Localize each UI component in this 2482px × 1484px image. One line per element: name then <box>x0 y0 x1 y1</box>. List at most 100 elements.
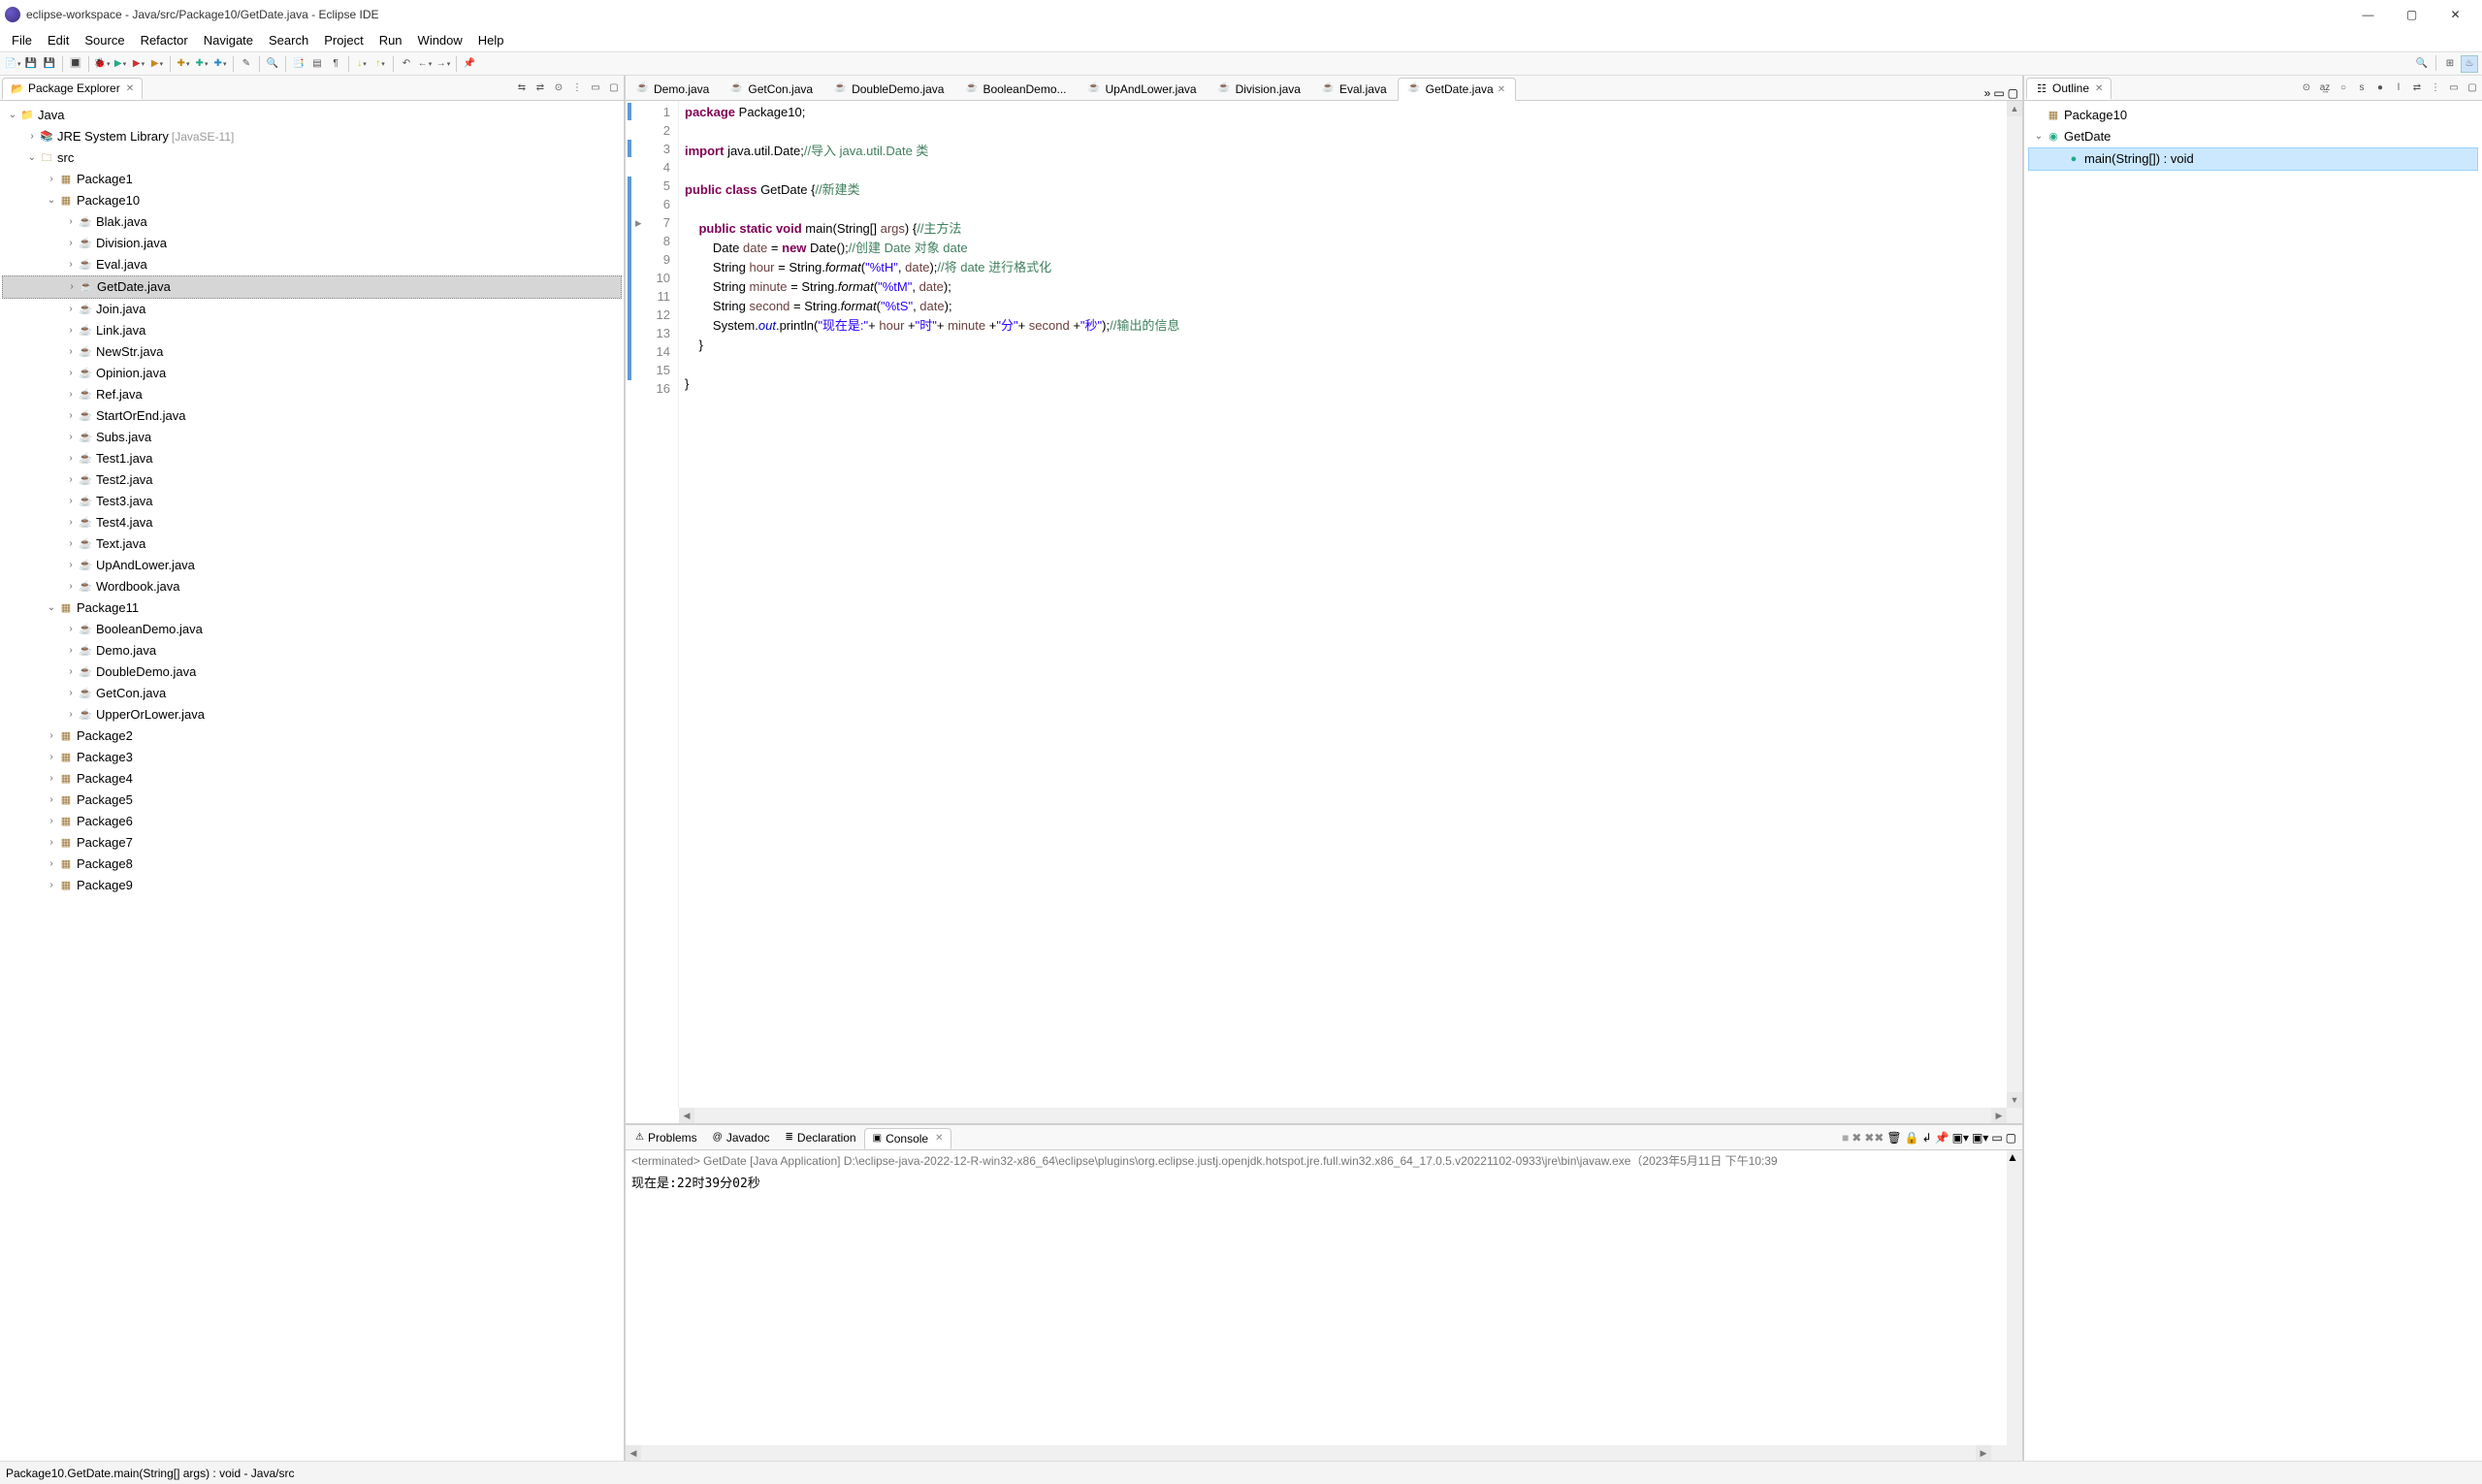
editor-tab[interactable]: ☕BooleanDemo... <box>954 77 1077 100</box>
collapse-all-button[interactable]: ⇆ <box>514 81 530 96</box>
close-icon[interactable]: ✕ <box>1498 84 1505 95</box>
maximize-bottom-button[interactable]: ▢ <box>2006 1131 2016 1145</box>
scroll-down-icon[interactable]: ▼ <box>2007 1092 2022 1108</box>
scroll-up-icon[interactable]: ▲ <box>2007 101 2022 116</box>
close-icon[interactable]: ✕ <box>935 1133 943 1144</box>
package-node[interactable]: ›▦Package5 <box>2 790 622 811</box>
search-button[interactable]: 🔍 <box>264 55 281 73</box>
run-button[interactable]: ▶ <box>112 55 129 73</box>
bottom-tab-problems[interactable]: ⚠Problems <box>628 1127 705 1148</box>
scroll-right-icon[interactable]: ▶ <box>1976 1445 1991 1461</box>
show-whitespace-button[interactable]: ¶ <box>327 55 344 73</box>
package-explorer-tree[interactable]: ⌄📁 Java ›📚 JRE System Library [JavaSE-11… <box>0 101 624 1461</box>
close-icon[interactable]: ✕ <box>126 83 134 94</box>
save-button[interactable]: 💾 <box>22 55 40 73</box>
package-node[interactable]: ›▦Package9 <box>2 875 622 896</box>
new-class-button[interactable]: ✚ <box>211 55 229 73</box>
java-file-node[interactable]: ›☕Blak.java <box>2 211 622 233</box>
editor-tab[interactable]: ☕DoubleDemo.java <box>823 77 954 100</box>
menu-file[interactable]: File <box>4 31 40 49</box>
menu-window[interactable]: Window <box>410 31 470 49</box>
java-file-node[interactable]: ›☕GetCon.java <box>2 683 622 704</box>
maximize-button[interactable]: ▢ <box>2390 0 2434 29</box>
package-node[interactable]: ›▦Package7 <box>2 832 622 854</box>
outline-tree[interactable]: ▦ Package10 ⌄◉ GetDate ● main(String[]) … <box>2024 101 2482 175</box>
focus-button[interactable]: ⊙ <box>551 81 566 96</box>
toggle-block-button[interactable]: ▤ <box>308 55 326 73</box>
console-remove-all-button[interactable]: ✖✖ <box>1864 1131 1884 1145</box>
menu-source[interactable]: Source <box>77 31 132 49</box>
console-horizontal-scrollbar[interactable]: ◀ ▶ <box>626 1445 2007 1461</box>
run-last-button[interactable]: ▶ <box>148 55 166 73</box>
console-remove-button[interactable]: ✖ <box>1852 1131 1861 1145</box>
outline-sort-button[interactable]: a͢z <box>2317 81 2333 96</box>
open-perspective-button[interactable]: ⊞ <box>2441 55 2459 73</box>
scroll-left-icon[interactable]: ◀ <box>679 1108 694 1123</box>
close-window-button[interactable]: ✕ <box>2434 0 2477 29</box>
java-file-node[interactable]: ›☕Wordbook.java <box>2 576 622 597</box>
java-file-node[interactable]: ›☕Test1.java <box>2 448 622 469</box>
console-vertical-scrollbar[interactable]: ▲ <box>2007 1150 2022 1461</box>
bottom-tab-declaration[interactable]: ≣Declaration <box>778 1127 864 1148</box>
java-file-node[interactable]: ›☕Link.java <box>2 320 622 341</box>
forward-button[interactable]: → <box>435 55 452 73</box>
open-task-button[interactable]: ✎ <box>238 55 255 73</box>
outline-menu-button[interactable]: ⋮ <box>2428 81 2443 96</box>
editor-tab[interactable]: ☕GetCon.java <box>720 77 823 100</box>
java-file-node[interactable]: ›☕Ref.java <box>2 384 622 405</box>
maximize-editor-button[interactable]: ▢ <box>2008 86 2018 100</box>
maximize-outline-button[interactable]: ▢ <box>2465 81 2480 96</box>
java-file-node[interactable]: ›☕Join.java <box>2 299 622 320</box>
java-file-node[interactable]: ›☕Text.java <box>2 533 622 555</box>
package-node[interactable]: ›▦Package4 <box>2 768 622 790</box>
editor-tab[interactable]: ☕Division.java <box>1208 77 1311 100</box>
scroll-up-icon[interactable]: ▲ <box>2007 1150 2022 1164</box>
package-node[interactable]: ›▦Package6 <box>2 811 622 832</box>
new-button[interactable]: 📄 <box>4 55 21 73</box>
package10-node[interactable]: ⌄▦ Package10 <box>2 190 622 211</box>
console-clear-button[interactable]: 🗑 <box>1886 1131 1901 1145</box>
package-explorer-tab[interactable]: 📂 Package Explorer ✕ <box>2 78 143 100</box>
java-file-node[interactable]: ›☕UpperOrLower.java <box>2 704 622 726</box>
editor-tab[interactable]: ☕UpAndLower.java <box>1078 77 1208 100</box>
console-word-wrap-button[interactable]: ↲ <box>1922 1131 1932 1145</box>
show-list-button[interactable]: » <box>1984 86 1991 100</box>
outline-hide-fields-button[interactable]: ○ <box>2336 81 2351 96</box>
new-package-button[interactable]: ✚ <box>193 55 210 73</box>
editor-tab[interactable]: ☕Demo.java <box>626 77 720 100</box>
bottom-tab-javadoc[interactable]: @Javadoc <box>705 1127 778 1148</box>
editor-gutter[interactable]: 123456▸78910111213141516 <box>626 101 679 1108</box>
minimize-outline-button[interactable]: ▭ <box>2446 81 2462 96</box>
src-folder-node[interactable]: ⌄🗀 src <box>2 147 622 169</box>
package-node[interactable]: ›▦Package2 <box>2 726 622 747</box>
outline-link-button[interactable]: ⇄ <box>2409 81 2425 96</box>
java-file-node[interactable]: ›☕Subs.java <box>2 427 622 448</box>
java-file-node[interactable]: ›☕BooleanDemo.java <box>2 619 622 640</box>
outline-tab[interactable]: ☷ Outline ✕ <box>2026 78 2111 100</box>
bottom-tab-console[interactable]: ▣Console✕ <box>864 1128 952 1149</box>
console-open-button[interactable]: ▣▾ <box>1972 1131 1988 1145</box>
java-perspective-button[interactable]: ♨ <box>2461 55 2478 73</box>
java-file-node[interactable]: ›☕NewStr.java <box>2 341 622 363</box>
next-annotation-button[interactable]: ↓ <box>353 55 371 73</box>
minimize-view-button[interactable]: ▭ <box>588 81 603 96</box>
back-button[interactable]: ← <box>416 55 434 73</box>
menu-run[interactable]: Run <box>371 31 410 49</box>
outline-focus-button[interactable]: ⊙ <box>2299 81 2314 96</box>
toggle-mark-button[interactable]: 📑 <box>290 55 307 73</box>
console-output[interactable]: 现在是:22时39分02秒 <box>626 1171 2007 1445</box>
package-node[interactable]: ›▦Package8 <box>2 854 622 875</box>
java-file-node[interactable]: ›☕Demo.java <box>2 640 622 661</box>
console-scroll-lock-button[interactable]: 🔒 <box>1905 1131 1919 1145</box>
scroll-right-icon[interactable]: ▶ <box>1991 1108 2007 1123</box>
minimize-editor-button[interactable]: ▭ <box>1993 86 2004 100</box>
editor-tab[interactable]: ☕GetDate.java✕ <box>1398 78 1516 101</box>
project-node[interactable]: ⌄📁 Java <box>2 105 622 126</box>
java-file-node[interactable]: ›☕UpAndLower.java <box>2 555 622 576</box>
minimize-button[interactable]: — <box>2346 0 2390 29</box>
menu-search[interactable]: Search <box>261 31 316 49</box>
java-file-node[interactable]: ›☕Test4.java <box>2 512 622 533</box>
java-file-node[interactable]: ›☕Test2.java <box>2 469 622 491</box>
java-file-node[interactable]: ›☕Division.java <box>2 233 622 254</box>
console-show-button[interactable]: ▣▾ <box>1952 1131 1969 1145</box>
